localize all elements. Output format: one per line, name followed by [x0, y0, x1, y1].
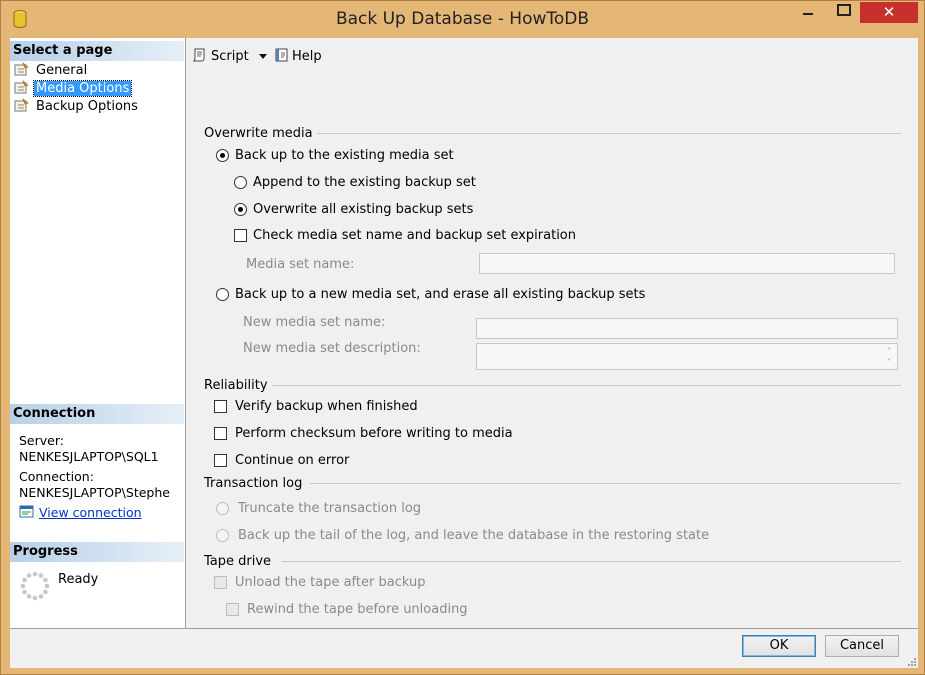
- page-icon: [14, 80, 29, 94]
- server-label: Server:: [19, 433, 64, 448]
- new-media-set-radio[interactable]: [216, 288, 229, 301]
- rewind-tape-label: Rewind the tape before unloading: [247, 602, 468, 617]
- tail-log-radio[interactable]: [216, 529, 229, 542]
- close-button[interactable]: ✕: [860, 2, 918, 23]
- tail-log-label: Back up the tail of the log, and leave t…: [238, 528, 710, 543]
- check-media-set-checkbox[interactable]: [234, 229, 247, 242]
- minimize-icon: [803, 13, 813, 15]
- check-media-set-label: Check media set name and backup set expi…: [253, 228, 576, 243]
- script-button[interactable]: Script: [192, 47, 249, 65]
- ok-button[interactable]: OK: [742, 635, 816, 657]
- verify-backup-label: Verify backup when finished: [235, 399, 418, 414]
- continue-on-error-checkbox[interactable]: [214, 454, 227, 467]
- page-icon: [14, 62, 29, 76]
- page-icon: [14, 98, 29, 112]
- reliability-title: Reliability: [204, 378, 268, 393]
- script-icon: [192, 48, 205, 62]
- view-connection-link[interactable]: View connection: [39, 505, 142, 520]
- media-options-page: Overwrite media Back up to the existing …: [186, 75, 918, 628]
- dialog-window: Back Up Database - HowToDB ✕ Select a pa…: [0, 0, 925, 675]
- truncate-log-label: Truncate the transaction log: [238, 501, 422, 516]
- group-divider: [317, 133, 901, 134]
- maximize-button[interactable]: [827, 2, 861, 23]
- verify-backup-checkbox[interactable]: [214, 400, 227, 413]
- new-media-set-label: Back up to a new media set, and erase al…: [235, 287, 646, 302]
- connection-properties-icon: [19, 505, 34, 518]
- footer-divider: [10, 628, 918, 629]
- checksum-label: Perform checksum before writing to media: [235, 426, 513, 441]
- continue-on-error-label: Continue on error: [235, 453, 350, 468]
- tape-drive-title: Tape drive: [204, 554, 272, 569]
- view-connection-row: View connection: [19, 505, 142, 521]
- help-icon: [275, 48, 288, 62]
- append-backup-set-label: Append to the existing backup set: [253, 175, 476, 190]
- progress-status: Ready: [58, 572, 99, 587]
- page-item-label: Media Options: [32, 80, 133, 97]
- overwrite-backup-sets-label: Overwrite all existing backup sets: [253, 202, 474, 217]
- progress-spinner-icon: [20, 571, 50, 601]
- media-set-name-field[interactable]: [479, 253, 895, 274]
- page-item-label: General: [36, 63, 88, 78]
- resize-grip-icon[interactable]: [906, 656, 916, 666]
- media-set-name-label: Media set name:: [246, 257, 355, 272]
- unload-tape-label: Unload the tape after backup: [235, 575, 426, 590]
- script-label: Script: [211, 49, 249, 64]
- progress-header: Progress: [10, 542, 184, 562]
- existing-media-set-label: Back up to the existing media set: [235, 148, 454, 163]
- connection-header: Connection: [10, 404, 184, 424]
- spin-arrows-icon: ˄ ˅: [887, 347, 891, 367]
- group-divider: [310, 483, 901, 484]
- script-dropdown-button[interactable]: [258, 49, 268, 67]
- dialog-client: Select a page General Media Options Back…: [10, 38, 918, 668]
- overwrite-backup-sets-radio[interactable]: [234, 203, 247, 216]
- connection-value: NENKESJLAPTOP\Stephe: [19, 485, 170, 500]
- minimize-button[interactable]: [791, 2, 825, 23]
- help-button[interactable]: Help: [274, 47, 322, 65]
- select-page-header: Select a page: [10, 41, 184, 61]
- help-label: Help: [292, 49, 322, 64]
- left-pane: Select a page General Media Options Back…: [10, 38, 186, 628]
- overwrite-media-title: Overwrite media: [204, 126, 313, 141]
- new-media-set-name-field[interactable]: [476, 318, 898, 339]
- page-item-backup-options[interactable]: Backup Options: [14, 98, 140, 116]
- close-icon: ✕: [882, 3, 896, 21]
- truncate-log-radio[interactable]: [216, 502, 229, 515]
- connection-label: Connection:: [19, 469, 94, 484]
- page-item-general[interactable]: General: [14, 62, 89, 80]
- server-value: NENKESJLAPTOP\SQL1: [19, 449, 159, 464]
- group-divider: [272, 385, 901, 386]
- page-item-media-options[interactable]: Media Options: [14, 80, 133, 98]
- group-divider: [282, 561, 901, 562]
- cancel-button[interactable]: Cancel: [825, 635, 899, 657]
- new-media-set-description-field[interactable]: ˄ ˅: [476, 343, 898, 370]
- transaction-log-title: Transaction log: [204, 476, 303, 491]
- unload-tape-checkbox[interactable]: [214, 576, 227, 589]
- new-media-set-description-label: New media set description:: [243, 341, 421, 356]
- rewind-tape-checkbox[interactable]: [226, 603, 239, 616]
- existing-media-set-radio[interactable]: [216, 149, 229, 162]
- maximize-icon: [837, 4, 851, 16]
- window-title: Back Up Database - HowToDB: [335, 9, 590, 29]
- chevron-down-icon: [259, 54, 267, 59]
- page-item-label: Backup Options: [36, 99, 138, 114]
- new-media-set-name-label: New media set name:: [243, 315, 386, 330]
- toolbar: Script Help: [186, 38, 918, 73]
- append-backup-set-radio[interactable]: [234, 176, 247, 189]
- checksum-checkbox[interactable]: [214, 427, 227, 440]
- title-bar[interactable]: Back Up Database - HowToDB ✕: [1, 1, 924, 38]
